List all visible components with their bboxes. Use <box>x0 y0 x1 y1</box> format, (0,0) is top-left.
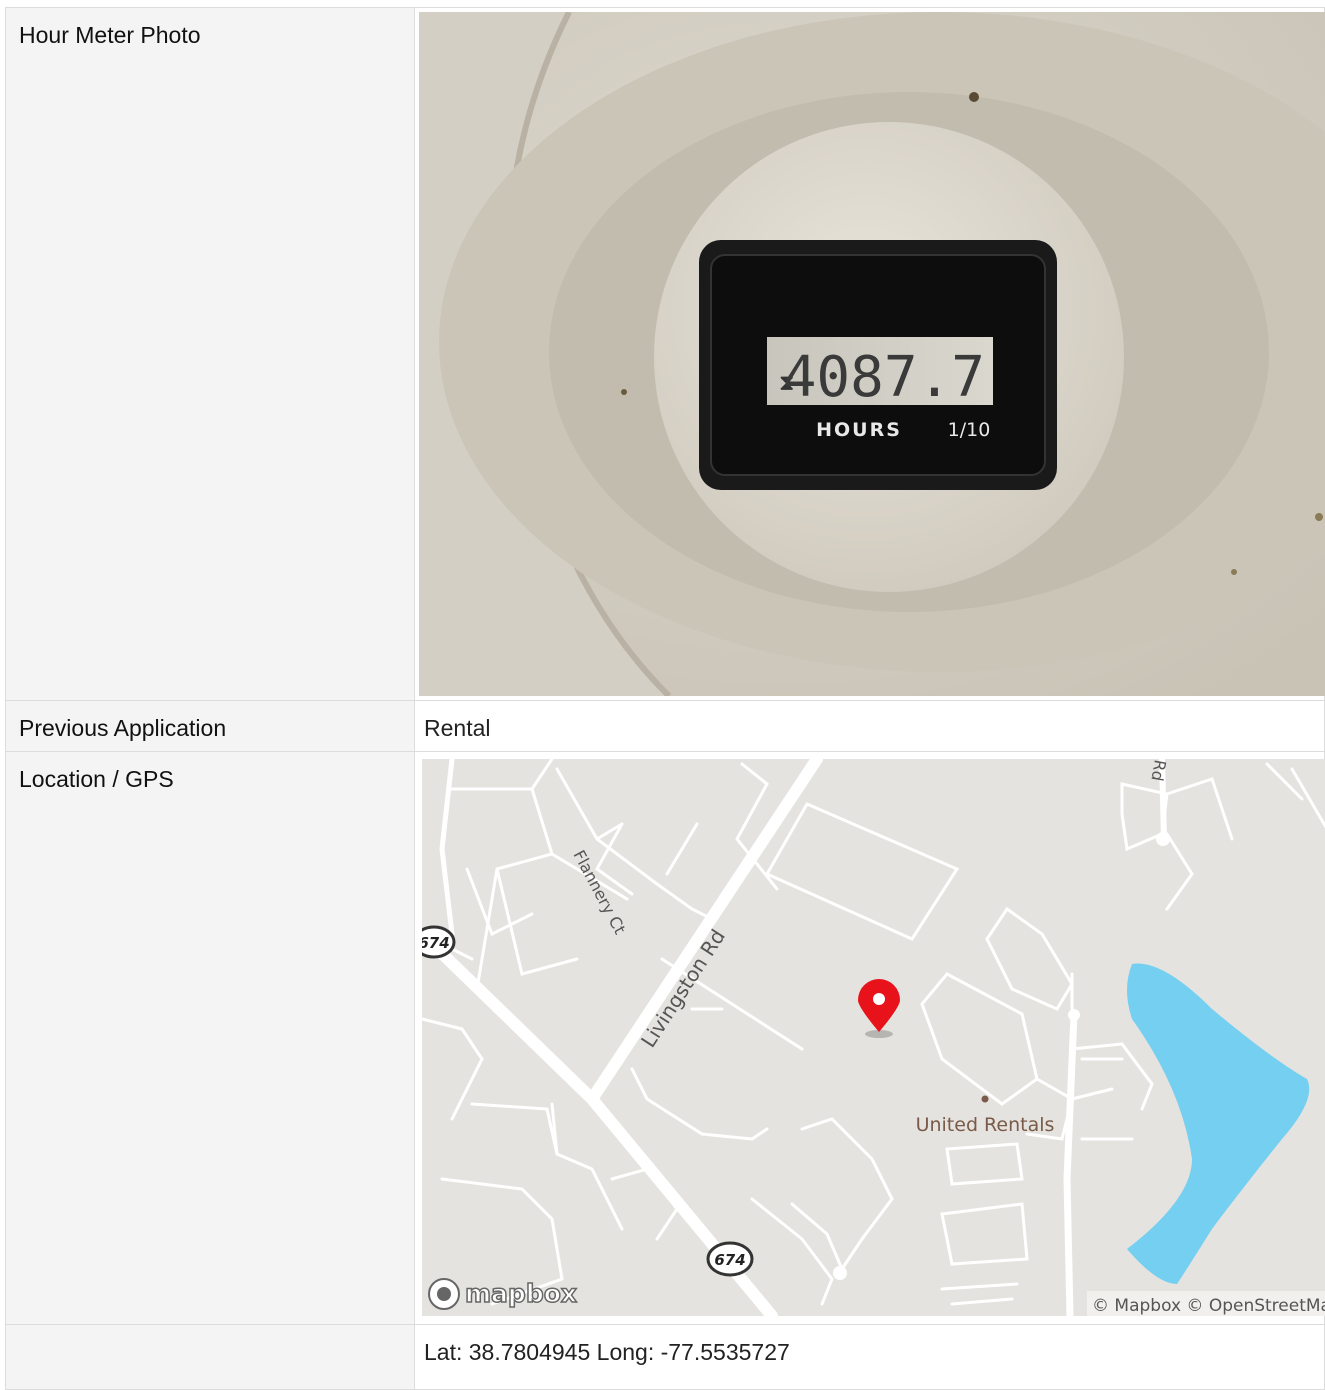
map-attribution[interactable]: © Mapbox © OpenStreetMap <box>1092 1296 1325 1316</box>
value-previous-application: Rental <box>414 700 1325 752</box>
label-coordinates <box>5 1324 415 1390</box>
label-previous-application: Previous Application <box>5 700 415 752</box>
location-map[interactable]: 674 674 Livingston Rd Flannery Ct Rd Uni… <box>422 759 1325 1316</box>
meter-scale: 1/10 <box>948 419 991 441</box>
meter-reading: 4087.7 <box>783 345 985 410</box>
meter-unit: HOURS <box>816 419 902 441</box>
road-label-rd: Rd <box>1147 759 1169 783</box>
value-coordinates: Lat: 38.7804945 Long: -77.5535727 <box>414 1324 1325 1390</box>
svg-text:674: 674 <box>422 934 450 952</box>
row-previous-application: Previous Application Rental <box>5 700 1325 752</box>
route-shield-674-west: 674 <box>422 925 456 959</box>
route-shield-674-south: 674 <box>706 1241 754 1277</box>
label-hour-meter-photo: Hour Meter Photo <box>5 7 415 701</box>
label-location-gps: Location / GPS <box>5 751 415 1325</box>
row-coordinates: Lat: 38.7804945 Long: -77.5535727 <box>5 1324 1325 1390</box>
detail-table: Hour Meter Photo ⧗ 4087.7 HOURS 1/10 Pre… <box>5 7 1325 1390</box>
poi-dot <box>981 1095 989 1103</box>
hour-meter-photo-cell: ⧗ 4087.7 HOURS 1/10 <box>414 7 1325 701</box>
poi-label-united-rentals: United Rentals <box>916 1114 1055 1136</box>
map-canvas: 674 674 Livingston Rd Flannery Ct Rd Uni… <box>422 759 1325 1316</box>
location-map-cell: 674 674 Livingston Rd Flannery Ct Rd Uni… <box>414 751 1325 1325</box>
svg-text:674: 674 <box>714 1251 745 1269</box>
row-hour-meter-photo: Hour Meter Photo ⧗ 4087.7 HOURS 1/10 <box>5 7 1325 701</box>
hour-meter-photo[interactable]: ⧗ 4087.7 HOURS 1/10 <box>419 12 1325 696</box>
hour-meter-image: ⧗ 4087.7 HOURS 1/10 <box>419 12 1325 696</box>
row-location-gps: Location / GPS 74 674 Livingston Rd Flan… <box>5 751 1325 1325</box>
mapbox-wordmark: mapbox <box>465 1279 577 1308</box>
mapbox-logo[interactable]: mapbox <box>428 1278 578 1310</box>
